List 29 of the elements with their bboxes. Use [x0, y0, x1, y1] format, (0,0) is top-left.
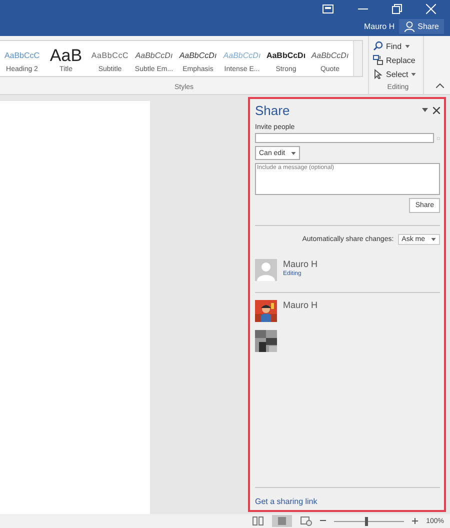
web-layout-icon[interactable] — [300, 516, 312, 526]
dropdown-arrow-icon[interactable] — [422, 108, 428, 112]
pane-title: Share — [255, 102, 290, 118]
close-icon[interactable] — [433, 106, 440, 114]
sharing-link[interactable]: Get a sharing link — [255, 488, 440, 510]
person-icon — [404, 20, 415, 32]
gallery-scrollbar[interactable] — [353, 41, 362, 76]
caret-icon — [291, 152, 296, 154]
print-layout-button[interactable] — [272, 515, 292, 527]
read-mode-icon[interactable] — [252, 516, 264, 526]
ribbon-command[interactable]: Select — [373, 68, 423, 80]
ribbon-display-icon[interactable] — [322, 4, 334, 14]
zoom-slider[interactable] — [364, 516, 368, 526]
ribbon-command[interactable]: Replace — [373, 54, 423, 66]
invite-field[interactable] — [255, 133, 434, 143]
caret-icon — [431, 238, 436, 241]
avatar-icon — [255, 259, 277, 281]
user-name[interactable]: Mauro H — [364, 22, 395, 30]
person-name: Mauro H — [283, 259, 318, 269]
person-name: Mauro H — [283, 300, 318, 310]
ribbon-command[interactable]: Find — [373, 40, 423, 52]
replace-icon — [373, 55, 383, 65]
zoom-in-icon[interactable] — [412, 518, 418, 524]
page-icon — [277, 516, 288, 526]
cursor-icon — [373, 69, 383, 79]
collapse-ribbon-icon[interactable] — [436, 83, 444, 88]
restore-icon[interactable] — [392, 4, 402, 14]
search-icon — [373, 41, 383, 51]
share-button[interactable]: Share — [398, 18, 444, 34]
